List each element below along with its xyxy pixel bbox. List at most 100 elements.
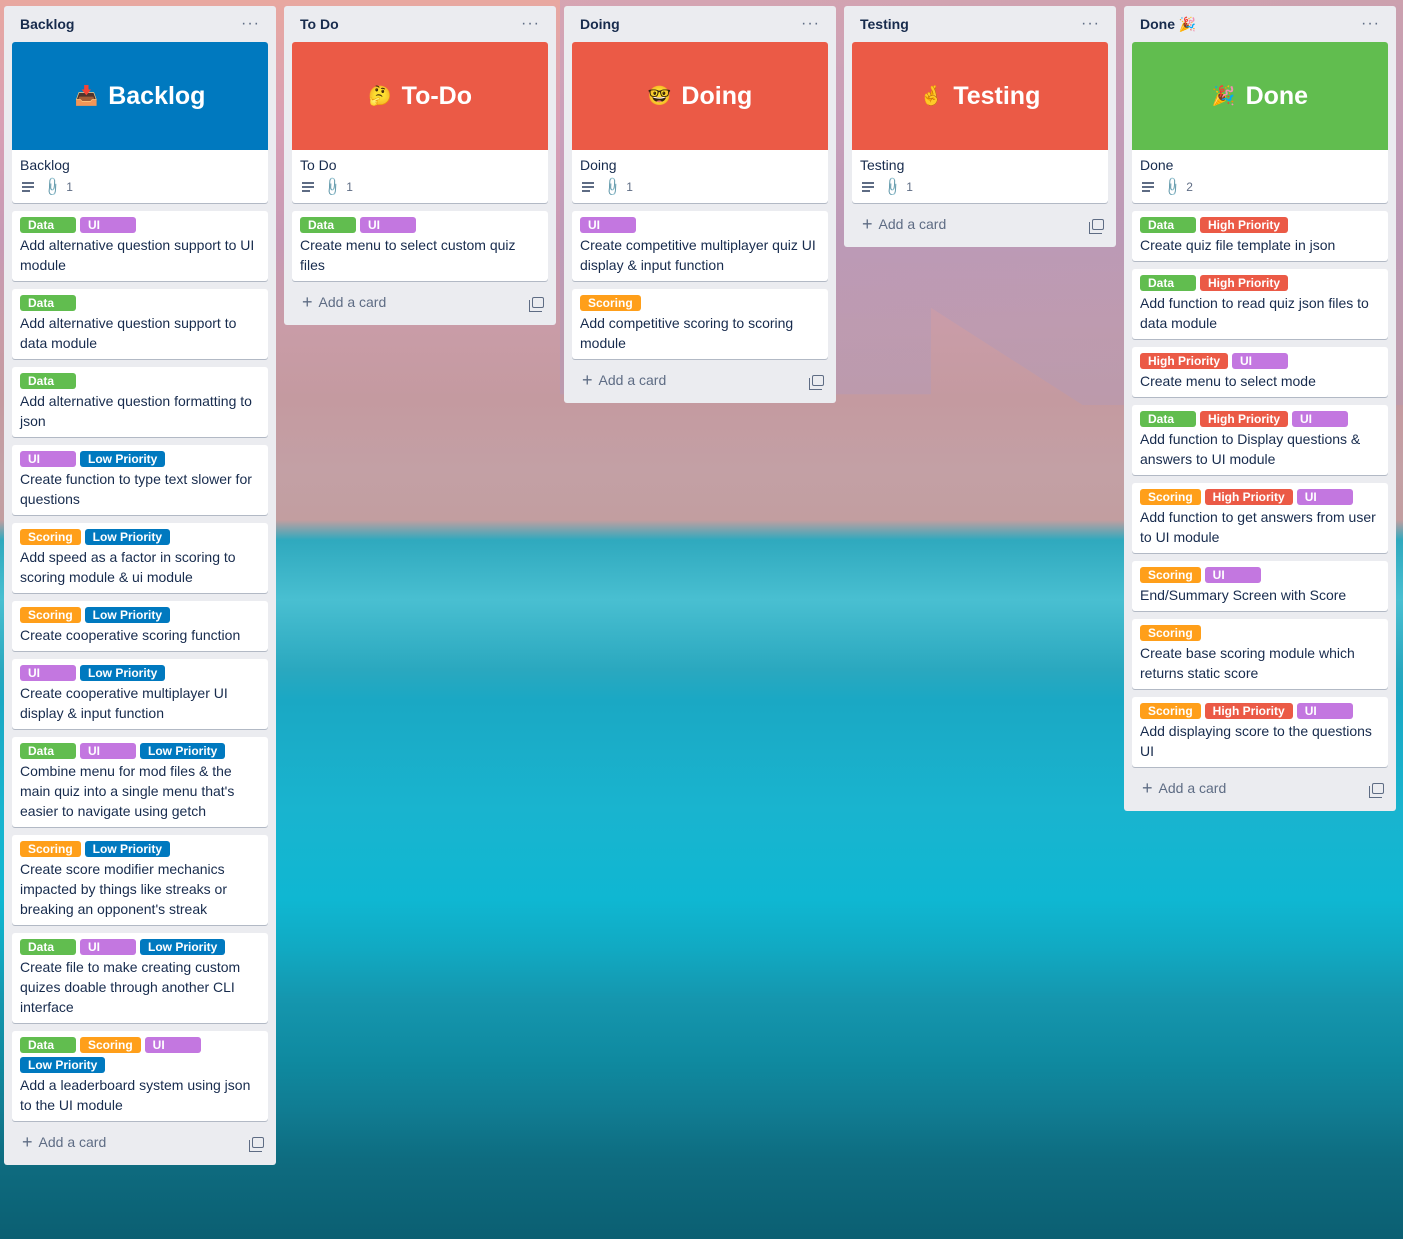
task-card[interactable]: Scoring Low Priority Create score modifier…: [12, 835, 268, 925]
label-scoring[interactable]: Scoring: [1140, 703, 1201, 719]
label-low[interactable]: Low Priority: [80, 451, 166, 467]
label-scoring[interactable]: Scoring: [20, 529, 81, 545]
label-low[interactable]: Low Priority: [84, 607, 171, 623]
task-card[interactable]: Data Scoring UI Low Priority Add a leaderboa…: [12, 1031, 268, 1121]
label-ui[interactable]: UI: [1296, 489, 1353, 505]
description-badge: [22, 182, 34, 192]
template-icon[interactable]: [1369, 782, 1384, 798]
label-data[interactable]: Data: [1140, 275, 1196, 291]
add-card-button[interactable]: + Add a card: [582, 371, 666, 389]
label-low[interactable]: Low Priority: [84, 529, 171, 545]
cover-card[interactable]: 🤞 Testing Testing 📎 1: [852, 42, 1108, 203]
label-data[interactable]: Data: [20, 217, 76, 233]
task-card[interactable]: Data UI Low Priority Combine menu for mod f…: [12, 737, 268, 827]
task-card[interactable]: Data Add alternative question support to …: [12, 289, 268, 359]
task-card[interactable]: Scoring Create base scoring module which …: [1132, 619, 1388, 689]
label-high[interactable]: High Priority: [1200, 411, 1289, 427]
label-ui[interactable]: UI: [1296, 703, 1353, 719]
task-card[interactable]: Scoring UI End/Summary Screen with Score: [1132, 561, 1388, 611]
label-data[interactable]: Data: [1140, 411, 1196, 427]
cover-card[interactable]: 📥 Backlog Backlog 📎 1: [12, 42, 268, 203]
add-card-button[interactable]: + Add a card: [22, 1133, 106, 1151]
label-scoring[interactable]: Scoring: [20, 607, 81, 623]
list-menu-icon[interactable]: ···: [521, 16, 540, 32]
add-card-button[interactable]: + Add a card: [1142, 779, 1226, 797]
label-scoring[interactable]: Scoring: [580, 295, 641, 311]
label-data[interactable]: Data: [20, 939, 76, 955]
template-icon[interactable]: [809, 374, 824, 390]
task-card[interactable]: UI Low Priority Create function to type te…: [12, 445, 268, 515]
label-high[interactable]: High Priority: [1200, 275, 1289, 291]
add-card-button[interactable]: + Add a card: [302, 293, 386, 311]
template-icon[interactable]: [249, 1136, 264, 1152]
list-title[interactable]: Backlog: [20, 16, 74, 32]
label-high[interactable]: High Priority: [1204, 489, 1293, 505]
task-card[interactable]: Scoring Low Priority Create cooperative sc…: [12, 601, 268, 651]
task-card[interactable]: Scoring High Priority UI Add displaying sco…: [1132, 697, 1388, 767]
label-low[interactable]: Low Priority: [140, 743, 226, 759]
label-ui[interactable]: UI: [360, 217, 416, 233]
label-ui[interactable]: UI: [580, 217, 636, 233]
label-low[interactable]: Low Priority: [140, 939, 226, 955]
cover-card[interactable]: 🎉 Done Done 📎 2: [1132, 42, 1388, 203]
task-card[interactable]: Data UI Low Priority Create file to make cr…: [12, 933, 268, 1023]
label-data[interactable]: Data: [20, 295, 76, 311]
label-ui[interactable]: UI: [80, 939, 136, 955]
label-ui[interactable]: UI: [80, 743, 136, 759]
template-icon[interactable]: [529, 296, 544, 312]
task-card[interactable]: UI Create competitive multiplayer quiz UI…: [572, 211, 828, 281]
card-labels: Scoring High Priority UI: [1140, 703, 1380, 719]
plus-icon: +: [582, 370, 593, 390]
list-menu-icon[interactable]: ···: [1081, 16, 1100, 32]
task-card[interactable]: Data UI Create menu to select custom quiz …: [292, 211, 548, 281]
list-menu-icon[interactable]: ···: [801, 16, 820, 32]
label-data[interactable]: Data: [20, 1037, 76, 1053]
label-scoring[interactable]: Scoring: [80, 1037, 141, 1053]
label-data[interactable]: Data: [1140, 217, 1196, 233]
label-scoring[interactable]: Scoring: [1140, 489, 1201, 505]
label-high[interactable]: High Priority: [1200, 217, 1289, 233]
label-ui[interactable]: UI: [20, 665, 76, 681]
card-title: Create file to make creating custom quiz…: [20, 959, 241, 1015]
label-scoring[interactable]: Scoring: [1140, 625, 1201, 641]
card-content: Scoring High Priority UI Add function to ge…: [1132, 483, 1388, 553]
label-data[interactable]: Data: [20, 373, 76, 389]
task-card[interactable]: Data UI Add alternative question support t…: [12, 211, 268, 281]
label-ui[interactable]: UI: [1292, 411, 1349, 427]
label-ui[interactable]: UI: [1232, 353, 1289, 369]
list-menu-icon[interactable]: ···: [241, 16, 260, 32]
label-high[interactable]: High Priority: [1140, 353, 1229, 369]
task-card[interactable]: UI Low Priority Create cooperative multipl…: [12, 659, 268, 729]
board: Backlog ··· 📥 Backlog Backlog 📎 1 Data UI Add alt…: [4, 6, 1396, 1165]
cover-card[interactable]: 🤔 To-Do To Do 📎 1: [292, 42, 548, 203]
label-low[interactable]: Low Priority: [20, 1057, 106, 1073]
task-card[interactable]: Data Add alternative question formatting …: [12, 367, 268, 437]
list-title[interactable]: To Do: [300, 16, 339, 32]
list-menu-icon[interactable]: ···: [1361, 16, 1380, 32]
label-data[interactable]: Data: [20, 743, 76, 759]
label-ui[interactable]: UI: [80, 217, 136, 233]
label-ui[interactable]: UI: [1204, 567, 1261, 583]
label-high[interactable]: High Priority: [1204, 703, 1293, 719]
template-icon[interactable]: [1089, 218, 1104, 234]
task-card[interactable]: High Priority UI Create menu to select mod…: [1132, 347, 1388, 397]
label-data[interactable]: Data: [300, 217, 356, 233]
task-card[interactable]: Data High Priority UI Add function to Displ…: [1132, 405, 1388, 475]
task-card[interactable]: Scoring Low Priority Add speed as a factor…: [12, 523, 268, 593]
add-card-button[interactable]: + Add a card: [862, 215, 946, 233]
label-ui[interactable]: UI: [144, 1037, 201, 1053]
list-title[interactable]: Testing: [860, 16, 909, 32]
label-scoring[interactable]: Scoring: [20, 841, 81, 857]
label-ui[interactable]: UI: [20, 451, 76, 467]
cover-card[interactable]: 🤓 Doing Doing 📎 1: [572, 42, 828, 203]
list-title[interactable]: Done 🎉: [1140, 16, 1196, 33]
task-card[interactable]: Data High Priority Add function to read qu…: [1132, 269, 1388, 339]
label-scoring[interactable]: Scoring: [1140, 567, 1201, 583]
label-low[interactable]: Low Priority: [84, 841, 171, 857]
task-card[interactable]: Data High Priority Create quiz file templa…: [1132, 211, 1388, 261]
task-card[interactable]: Scoring Add competitive scoring to scorin…: [572, 289, 828, 359]
card-labels: Data UI Low Priority: [20, 939, 260, 955]
list-title[interactable]: Doing: [580, 16, 620, 32]
label-low[interactable]: Low Priority: [80, 665, 166, 681]
task-card[interactable]: Scoring High Priority UI Add function to ge…: [1132, 483, 1388, 553]
